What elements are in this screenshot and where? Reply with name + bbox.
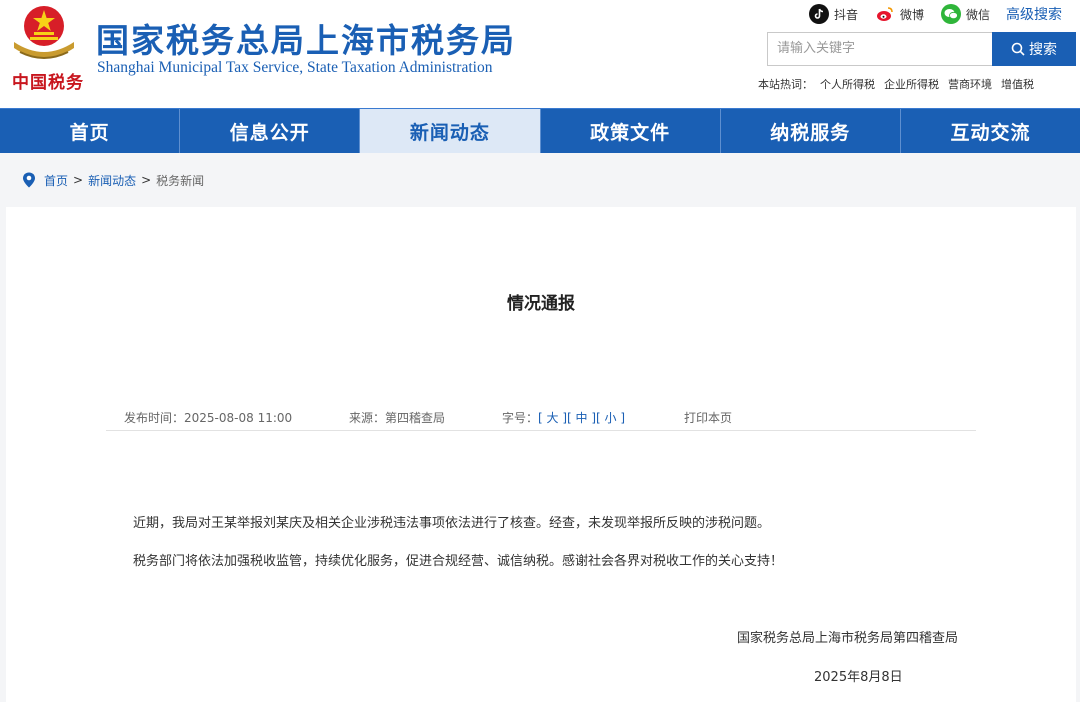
font-size-small-button[interactable]: [ 小 ] — [596, 411, 625, 425]
weibo-icon — [875, 4, 895, 24]
nav-item-info-disclosure[interactable]: 信息公开 — [180, 109, 361, 153]
publish-time-label: 发布时间： — [124, 411, 185, 425]
hot-word-link[interactable]: 增值税 — [1001, 76, 1034, 92]
article-date: 2025年8月8日 — [814, 670, 903, 685]
font-size-medium-button[interactable]: [ 中 ] — [567, 411, 596, 425]
font-size-label: 字号： — [502, 411, 539, 425]
site-subtitle: Shanghai Municipal Tax Service, State Ta… — [97, 59, 493, 76]
hot-word-link[interactable]: 营商环境 — [948, 76, 992, 92]
breadcrumb: 首页 > 新闻动态 > 税务新闻 — [22, 170, 204, 190]
search-button[interactable]: 搜索 — [992, 32, 1076, 66]
search-input[interactable]: 请输入关键字 — [767, 32, 993, 66]
tax-emblem-icon — [14, 6, 74, 59]
douyin-icon — [809, 4, 829, 24]
seal-logo-text: 中国税务 — [12, 73, 84, 93]
breadcrumb-separator: > — [141, 173, 152, 187]
article-signature: 国家税务总局上海市税务局第四稽查局 — [737, 631, 959, 646]
location-pin-icon — [23, 172, 35, 188]
font-size-large-button[interactable]: [ 大 ] — [538, 411, 567, 425]
nav-item-tax-service[interactable]: 纳税服务 — [721, 109, 901, 153]
nav-item-interaction[interactable]: 互动交流 — [901, 109, 1080, 153]
publish-time-value: 2025-08-08 11:00 — [184, 411, 293, 425]
social-douyin-link[interactable]: 抖音 — [809, 4, 858, 24]
social-label: 微信 — [966, 7, 991, 22]
hot-words-label: 本站热词： — [758, 78, 813, 91]
search-icon — [1011, 42, 1025, 56]
nav-item-policy[interactable]: 政策文件 — [541, 109, 721, 153]
article-card: 情况通报 发布时间：2025-08-08 11:00 来源：第四稽查局 字号：[… — [6, 207, 1076, 702]
print-page-link[interactable]: 打印本页 — [684, 409, 732, 426]
wechat-icon — [941, 4, 961, 24]
main-nav: 首页 信息公开 新闻动态 政策文件 纳税服务 互动交流 — [0, 108, 1080, 153]
hot-word-link[interactable]: 个人所得税 — [820, 76, 875, 92]
source-label: 来源： — [349, 411, 386, 425]
nav-item-home[interactable]: 首页 — [0, 109, 181, 153]
source-value: 第四稽查局 — [385, 411, 446, 425]
hot-words: 本站热词： 个人所得税 企业所得税 营商环境 增值税 — [758, 76, 1034, 92]
site-title[interactable]: 国家税务总局上海市税务局 — [96, 14, 516, 62]
search-button-label: 搜索 — [1029, 42, 1057, 58]
article-title: 情况通报 — [507, 294, 575, 314]
breadcrumb-separator: > — [73, 173, 84, 187]
breadcrumb-home-link[interactable]: 首页 — [44, 172, 68, 189]
article-source: 来源：第四稽查局 — [349, 409, 445, 426]
publish-time: 发布时间：2025-08-08 11:00 — [124, 409, 292, 426]
breadcrumb-current: 税务新闻 — [156, 173, 205, 188]
social-weibo-link[interactable]: 微博 — [875, 4, 924, 24]
social-label: 微博 — [900, 7, 925, 22]
hot-word-link[interactable]: 企业所得税 — [884, 76, 939, 92]
nav-item-news[interactable]: 新闻动态 — [360, 109, 541, 153]
article-paragraph: 税务部门将依法加强税收监管，持续优化服务，促进合规经营、诚信纳税。感谢社会各界对… — [133, 554, 784, 569]
breadcrumb-news-link[interactable]: 新闻动态 — [88, 172, 136, 189]
advanced-search-link[interactable]: 高级搜索 — [1006, 4, 1062, 24]
article-paragraph: 近期，我局对王某举报刘某庆及相关企业涉税违法事项依法进行了核查。经查，未发现举报… — [133, 516, 771, 531]
meta-divider — [106, 430, 976, 431]
font-size-selector: 字号：[ 大 ][ 中 ][ 小 ] — [502, 409, 625, 426]
site-header: 中国税务 国家税务总局上海市税务局 Shanghai Municipal Tax… — [0, 0, 1080, 108]
social-label: 抖音 — [834, 7, 859, 22]
social-wechat-link[interactable]: 微信 — [941, 4, 990, 24]
